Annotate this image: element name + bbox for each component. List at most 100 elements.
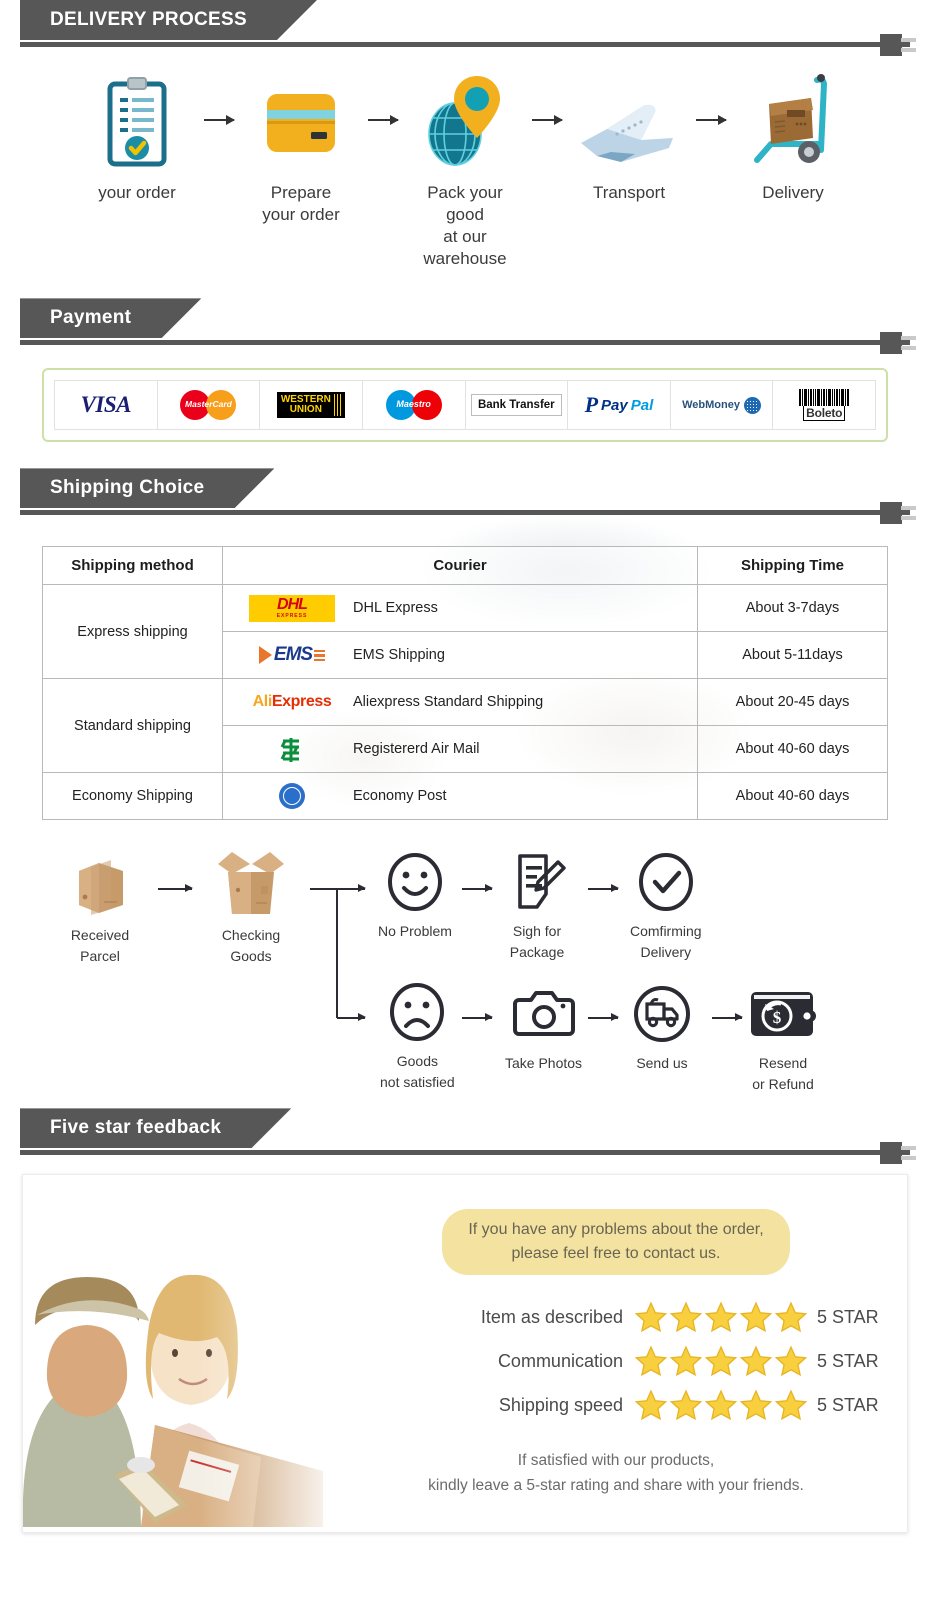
banner-rule [20,1150,910,1156]
rating-label: Shipping speed [498,1394,623,1415]
star-icon [635,1345,667,1377]
western-union-logo: WESTERN UNION [276,392,346,419]
wallet-refund-icon: $ [748,982,818,1046]
star-icon [775,1389,807,1421]
courier-name: Registererd Air Mail [353,741,480,758]
flow-step-goods-not-satisfied: Goods not satisfied [380,980,455,1092]
cell-courier: EMS EMS Shipping [222,631,698,680]
flow-step-checking-goods: Checking Goods [212,846,290,966]
banner-title: DELIVERY PROCESS [20,0,317,40]
feedback-footer-text: If satisfied with our products, kindly l… [428,1452,804,1495]
arrow-right-icon [588,1013,619,1022]
courier-name: Economy Post [353,788,447,805]
process-step-label: Transport [592,183,666,202]
cell-shipping-time: About 40-60 days [697,725,888,774]
process-step-label: Delivery [762,183,824,202]
globe-location-pin-icon [419,72,511,168]
closed-parcel-icon [68,854,132,918]
cell-shipping-time: About 5-11days [697,631,888,680]
process-step-transport: Transport [570,72,688,204]
star-icon [670,1389,702,1421]
arrow-right-icon [196,72,242,168]
rating-row-shipping-speed: Shipping speed 5 STAR [349,1389,883,1421]
star-icon [635,1389,667,1421]
rating-label: Item as described [480,1306,623,1327]
cell-shipping-method: Economy Shipping [42,772,223,821]
arrow-right-icon [712,1013,743,1022]
boleto-label: Boleto [803,406,846,422]
smiley-face-icon [383,850,447,914]
flow-step-label: Send us [636,1055,688,1072]
flow-step-no-problem: No Problem [378,850,452,941]
shipping-methods-table: Shipping method Courier Shipping Time Ex… [42,546,888,821]
feedback-content: If you have any problems about the order… [343,1175,907,1532]
flow-step-received-parcel: Received Parcel [68,854,132,966]
arrow-right-icon [462,884,493,893]
flow-step-sign-package: Sigh for Package [505,850,569,962]
payment-method-paypal: P Pay Pal [568,381,671,430]
cell-shipping-time: About 40-60 days [697,772,888,821]
airplane-icon [577,72,681,168]
star-icon [775,1301,807,1333]
mastercard-label: MasterCard [185,399,232,410]
payment-method-webmoney: WebMoney [671,381,774,430]
payment-method-bank-transfer: Bank Transfer [466,381,569,430]
star-rating [635,1389,807,1421]
clipboard-check-icon [102,72,172,168]
plug-icon [880,30,916,58]
table-row: Express shipping DHL EXPRESS DHL Express … [42,584,888,680]
process-step-prepare-order: Prepare your order [242,72,360,226]
china-post-logo [231,732,353,766]
plug-icon [880,498,916,526]
flow-step-label: Goods not satisfied [380,1053,455,1090]
flow-step-send-us: Send us [630,982,694,1073]
mastercard-logo: MasterCard [180,390,237,421]
arrow-right-icon [588,884,619,893]
table-row: Standard shipping AliExpress Aliexpress … [42,678,888,774]
flow-step-confirming-delivery: Comfirming Delivery [630,850,702,962]
paypal-pal: Pal [630,396,654,414]
banner-rule [20,340,910,346]
flow-step-label: Comfirming Delivery [630,923,702,960]
courier-name: Aliexpress Standard Shipping [353,694,544,711]
cell-courier: DHL EXPRESS DHL Express [222,584,698,633]
un-post-logo [231,779,353,813]
star-icon [635,1301,667,1333]
cell-courier: Registererd Air Mail [222,725,698,774]
process-step-your-order: your order [78,72,196,204]
bank-transfer-logo: Bank Transfer [470,394,562,417]
payment-method-mastercard: MasterCard [158,381,261,430]
cell-shipping-time: About 20-45 days [697,678,888,727]
dhl-logo: DHL EXPRESS [231,591,353,625]
star-icon [740,1389,772,1421]
courier-handing-parcel-photo [23,1175,343,1533]
feedback-card: If you have any problems about the order… [22,1174,908,1534]
cell-courier: Economy Post [222,772,698,821]
maestro-label: Maestro [396,399,431,410]
process-step-label: your order [98,183,176,202]
banner-shipping-choice: Shipping Choice [20,468,916,525]
process-step-pack-goods: Pack your good at our warehouse [406,72,524,270]
western-union-label: WESTERN UNION [280,393,331,416]
payment-logo-strip: VISA MasterCard WESTERN UNION Maestro Ba… [54,380,876,431]
paypal-logo: P Pay Pal [585,394,654,416]
rating-label: Communication [497,1350,623,1371]
paypal-pay: Pay [601,396,628,414]
column-header-shipping-method: Shipping method [42,546,223,586]
banner-five-star-feedback: Five star feedback [20,1108,916,1165]
table-row: Economy Shipping Economy Post About 40-6… [42,772,888,821]
payment-method-visa: VISA [55,381,158,430]
sad-face-icon [385,980,449,1044]
courier-name: DHL Express [353,600,438,617]
credit-card-icon [259,72,343,168]
branch-vertical [336,888,338,1019]
flow-step-take-photos: Take Photos [505,982,582,1073]
banner-title: Five star feedback [20,1108,291,1148]
arrow-right-icon [337,1013,366,1022]
rating-row-item-as-described: Item as described 5 STAR [349,1301,883,1333]
banner-payment: Payment [20,298,916,355]
cell-shipping-method: Express shipping [42,584,223,680]
payment-method-western-union: WESTERN UNION [260,381,363,430]
star-icon [705,1389,737,1421]
star-rating [635,1345,807,1377]
